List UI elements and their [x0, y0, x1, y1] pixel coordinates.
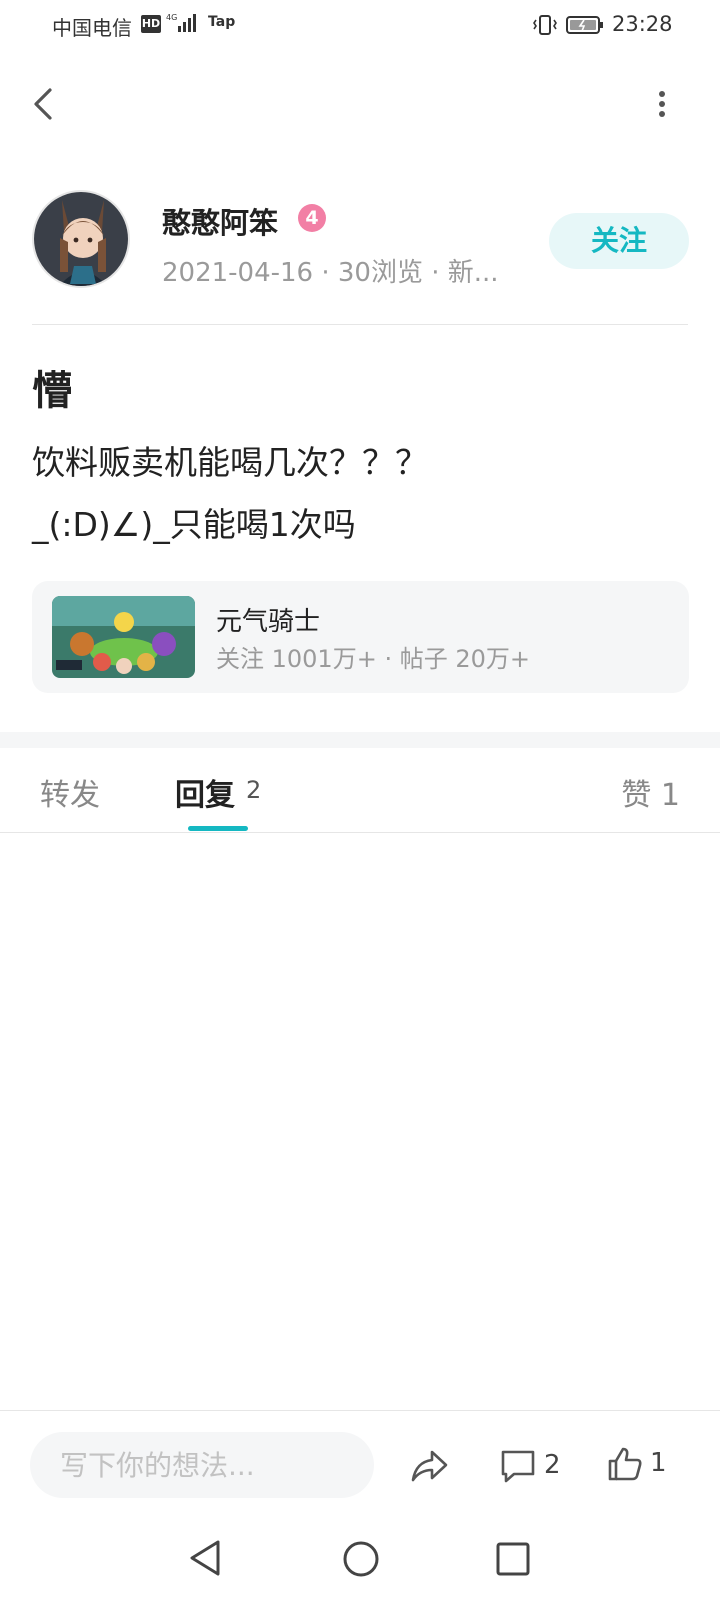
post-body-line: 饮料贩卖机能喝几次？？？: [32, 443, 428, 482]
game-card[interactable]: 元气骑士 关注 1001万+ · 帖子 20万+: [32, 581, 689, 693]
game-thumbnail: [52, 596, 195, 678]
battery-icon: [566, 14, 606, 40]
author-name[interactable]: 憨憨阿笨: [162, 200, 278, 242]
nav-home-icon: [343, 1541, 379, 1577]
game-name: 元气骑士: [216, 607, 321, 637]
status-bar: 中国电信 HD 4G Tap 23:28: [0, 0, 720, 50]
vibrate-icon: [532, 14, 558, 40]
comment-icon: [501, 1450, 535, 1483]
follow-button[interactable]: 关注: [549, 213, 689, 269]
share-icon: [411, 1450, 448, 1482]
app-tag: Tap: [208, 14, 236, 30]
avatar[interactable]: [32, 190, 130, 288]
nav-recent-button[interactable]: [496, 1542, 530, 1580]
comment-input[interactable]: [30, 1432, 374, 1498]
tab-reply[interactable]: 回复: [175, 770, 235, 814]
signal-icon: 4G: [166, 12, 202, 38]
share-button[interactable]: [408, 1446, 450, 1486]
divider: [0, 832, 720, 833]
nav-recent-icon: [496, 1542, 530, 1576]
carrier-label: 中国电信: [52, 16, 132, 40]
nav-back-button[interactable]: [188, 1538, 222, 1582]
clock: 23:28: [612, 12, 673, 36]
back-button[interactable]: [28, 84, 60, 124]
post-title: 懵: [32, 368, 72, 414]
nav-back-icon: [190, 1540, 220, 1576]
nav-home-button[interactable]: [342, 1540, 380, 1582]
network-type: 4G: [166, 13, 177, 22]
level-badge: 4: [298, 204, 326, 232]
active-tab-indicator: [188, 826, 248, 831]
divider: [32, 324, 688, 325]
hd-badge: HD: [141, 15, 161, 33]
post-body: 饮料贩卖机能喝几次？？？ _(:D)∠)_只能喝1次吗: [32, 432, 682, 556]
more-button[interactable]: [654, 88, 670, 120]
more-icon: [659, 91, 665, 117]
like-icon: [608, 1447, 642, 1481]
like-button[interactable]: 1: [604, 1444, 684, 1484]
tab-like[interactable]: 赞 1: [621, 770, 680, 814]
back-icon: [34, 88, 52, 120]
comment-button[interactable]: 2: [498, 1446, 578, 1486]
post-body-line: _(:D)∠)_只能喝1次吗: [32, 505, 356, 544]
reply-count: 2: [246, 776, 262, 804]
game-stats: 关注 1001万+ · 帖子 20万+: [216, 645, 530, 673]
post-meta: 2021-04-16 · 30浏览 · 新...: [162, 258, 499, 288]
like-count: 1: [650, 1448, 667, 1478]
comment-count: 2: [544, 1450, 561, 1480]
divider: [0, 1410, 720, 1411]
section-separator: [0, 732, 720, 748]
tab-repost[interactable]: 转发: [40, 770, 100, 814]
